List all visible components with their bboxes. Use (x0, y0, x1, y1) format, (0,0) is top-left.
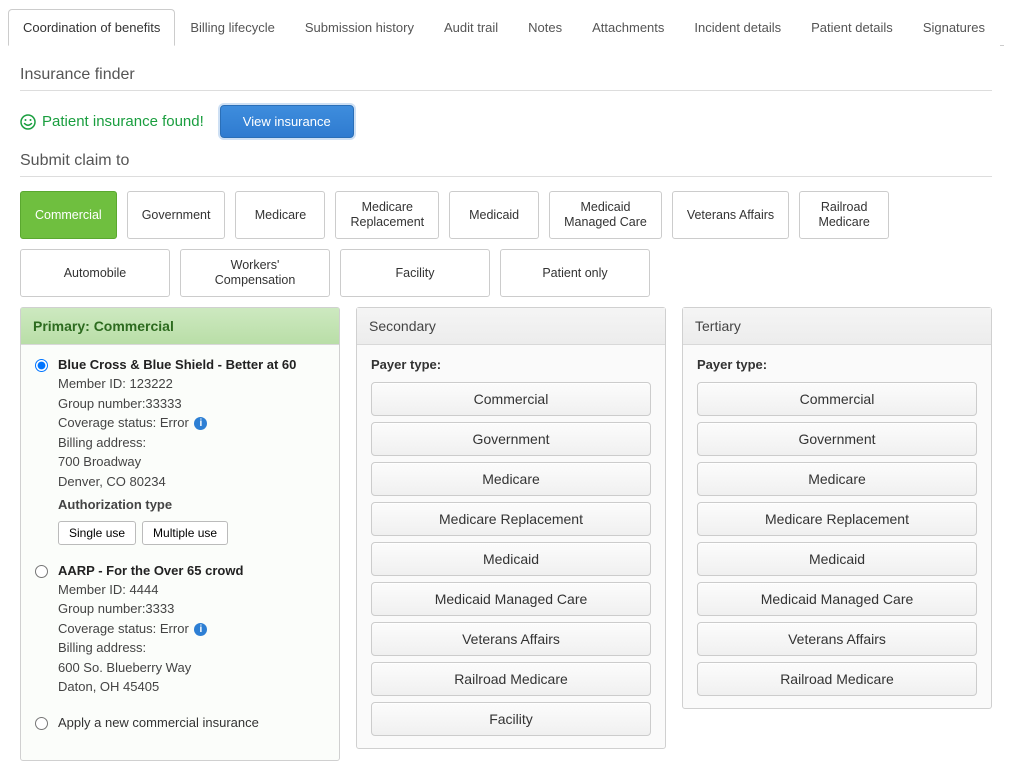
insurance-detail: Member ID: 123222 (58, 374, 296, 394)
divider (20, 176, 992, 177)
tab-billing-lifecycle[interactable]: Billing lifecycle (175, 9, 290, 46)
tertiary-panel: Tertiary Payer type: Commercial Governmen… (682, 307, 992, 709)
insurance-detail: Billing address: (58, 433, 296, 453)
smile-icon (20, 114, 36, 130)
category-medicaid[interactable]: Medicaid (449, 191, 539, 239)
tertiary-payer-medicare-button[interactable]: Medicare (697, 462, 977, 496)
insurance-title: Blue Cross & Blue Shield - Better at 60 (58, 357, 296, 372)
insurance-detail: 700 Broadway (58, 452, 296, 472)
insurance-option: Blue Cross & Blue Shield - Better at 60 M… (35, 357, 325, 545)
category-automobile[interactable]: Automobile (20, 249, 170, 297)
insurance-detail: Billing address: (58, 638, 243, 658)
secondary-panel: Secondary Payer type: Commercial Governme… (356, 307, 666, 749)
auth-multiple-use-button[interactable]: Multiple use (142, 521, 228, 545)
tertiary-payer-government-button[interactable]: Government (697, 422, 977, 456)
insurance-found-status: Patient insurance found! (20, 113, 204, 130)
secondary-payer-facility-button[interactable]: Facility (371, 702, 651, 736)
insurance-title: AARP - For the Over 65 crowd (58, 563, 243, 578)
secondary-payer-veterans-affairs-button[interactable]: Veterans Affairs (371, 622, 651, 656)
primary-panel-header: Primary: Commercial (21, 308, 339, 345)
category-row-1: CommercialGovernmentMedicareMedicareRepl… (20, 191, 992, 239)
tertiary-payer-medicaid-button[interactable]: Medicaid (697, 542, 977, 576)
secondary-payer-commercial-button[interactable]: Commercial (371, 382, 651, 416)
secondary-payer-list: Commercial Government Medicare Medicare Rep… (371, 382, 651, 736)
insurance-detail: Denver, CO 80234 (58, 472, 296, 492)
tab-incident-details[interactable]: Incident details (679, 9, 796, 46)
tertiary-payer-railroad-medicare-button[interactable]: Railroad Medicare (697, 662, 977, 696)
content-area: Insurance finder Patient insurance found… (8, 46, 1004, 761)
secondary-payer-medicaid-button[interactable]: Medicaid (371, 542, 651, 576)
tab-audit-trail[interactable]: Audit trail (429, 9, 513, 46)
secondary-payer-type-label: Payer type: (371, 357, 651, 372)
category-commercial[interactable]: Commercial (20, 191, 117, 239)
category-government[interactable]: Government (127, 191, 226, 239)
insurance-detail: Member ID: 4444 (58, 580, 243, 600)
tertiary-panel-header: Tertiary (683, 308, 991, 345)
auth-single-use-button[interactable]: Single use (58, 521, 136, 545)
secondary-payer-railroad-medicare-button[interactable]: Railroad Medicare (371, 662, 651, 696)
secondary-payer-medicare-replacement-button[interactable]: Medicare Replacement (371, 502, 651, 536)
tab-coordination-of-benefits[interactable]: Coordination of benefits (8, 9, 175, 46)
secondary-payer-medicare-button[interactable]: Medicare (371, 462, 651, 496)
coverage-panels: Primary: Commercial Blue Cross & Blue Sh… (20, 307, 992, 761)
primary-panel: Primary: Commercial Blue Cross & Blue Sh… (20, 307, 340, 761)
apply-new-insurance-option: Apply a new commercial insurance (35, 715, 325, 730)
category-patient-only[interactable]: Patient only (500, 249, 650, 297)
info-icon[interactable]: i (194, 623, 207, 636)
category-railroad-medicare[interactable]: RailroadMedicare (799, 191, 889, 239)
insurance-found-text: Patient insurance found! (42, 113, 204, 130)
coverage-status: Coverage status: Error i (58, 619, 243, 639)
category-row-2: AutomobileWorkers' CompensationFacilityP… (20, 249, 992, 297)
tab-submission-history[interactable]: Submission history (290, 9, 429, 46)
insurance-radio[interactable] (35, 359, 48, 372)
tab-bar: Coordination of benefitsBilling lifecycl… (8, 8, 1004, 46)
insurance-radio[interactable] (35, 717, 48, 730)
coverage-status: Coverage status: Error i (58, 413, 296, 433)
insurance-detail: Group number:3333 (58, 599, 243, 619)
category-workers-compensation[interactable]: Workers' Compensation (180, 249, 330, 297)
category-medicaid-managed-care[interactable]: Medicaid Managed Care (549, 191, 662, 239)
tab-notes[interactable]: Notes (513, 9, 577, 46)
tertiary-payer-veterans-affairs-button[interactable]: Veterans Affairs (697, 622, 977, 656)
insurance-finder-title: Insurance finder (20, 66, 992, 84)
tertiary-payer-medicaid-managed-care-button[interactable]: Medicaid Managed Care (697, 582, 977, 616)
apply-new-insurance-label: Apply a new commercial insurance (58, 715, 259, 730)
secondary-payer-government-button[interactable]: Government (371, 422, 651, 456)
info-icon[interactable]: i (194, 417, 207, 430)
tab-patient-details[interactable]: Patient details (796, 9, 908, 46)
secondary-panel-header: Secondary (357, 308, 665, 345)
secondary-payer-medicaid-managed-care-button[interactable]: Medicaid Managed Care (371, 582, 651, 616)
insurance-detail: Daton, OH 45405 (58, 677, 243, 697)
category-medicare-replacement[interactable]: MedicareReplacement (335, 191, 439, 239)
insurance-option: AARP - For the Over 65 crowd Member ID: 4… (35, 563, 325, 697)
tab-signatures[interactable]: Signatures (908, 9, 1000, 46)
submit-claim-title: Submit claim to (20, 152, 992, 170)
primary-panel-body: Blue Cross & Blue Shield - Better at 60 M… (21, 345, 339, 760)
category-facility[interactable]: Facility (340, 249, 490, 297)
insurance-detail: Group number:33333 (58, 394, 296, 414)
divider (20, 90, 992, 91)
insurance-detail: 600 So. Blueberry Way (58, 658, 243, 678)
tab-attachments[interactable]: Attachments (577, 9, 679, 46)
tertiary-payer-list: Commercial Government Medicare Medicare Rep… (697, 382, 977, 696)
authorization-type-label: Authorization type (58, 495, 296, 515)
tertiary-payer-commercial-button[interactable]: Commercial (697, 382, 977, 416)
category-medicare[interactable]: Medicare (235, 191, 325, 239)
category-veterans-affairs[interactable]: Veterans Affairs (672, 191, 789, 239)
tertiary-payer-type-label: Payer type: (697, 357, 977, 372)
insurance-radio[interactable] (35, 565, 48, 578)
tertiary-payer-medicare-replacement-button[interactable]: Medicare Replacement (697, 502, 977, 536)
view-insurance-button[interactable]: View insurance (220, 105, 354, 138)
